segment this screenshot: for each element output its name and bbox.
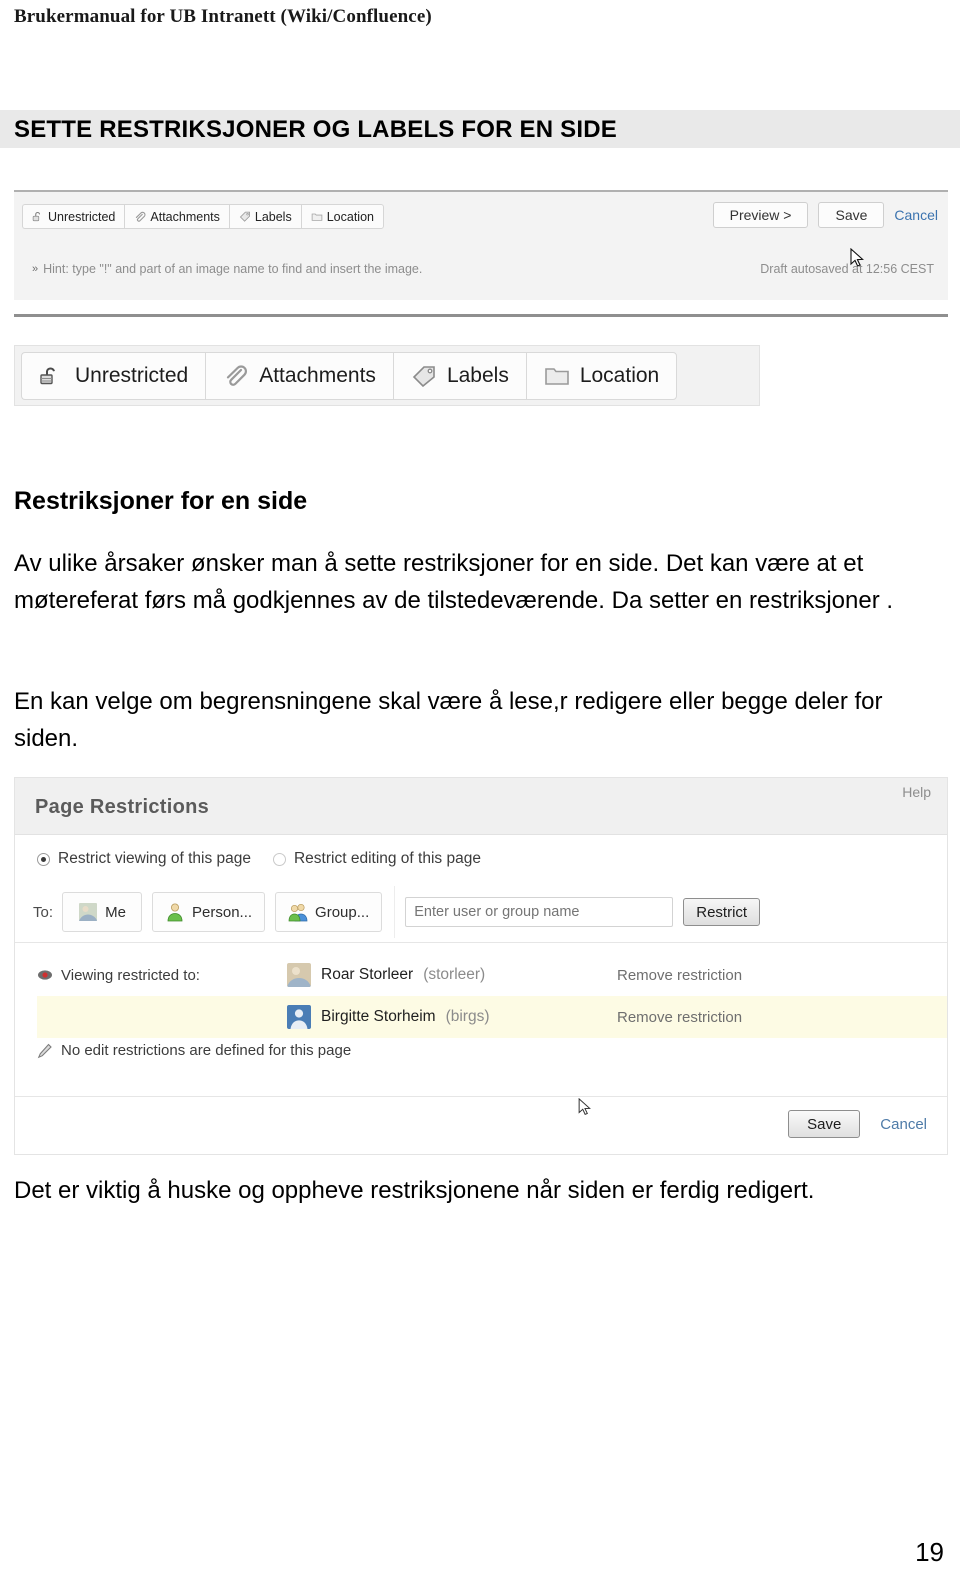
dialog-title: Page Restrictions [35, 796, 210, 818]
restrict-button[interactable]: Restrict [683, 898, 761, 926]
page-title: SETTE RESTRIKSJONER OG LABELS FOR EN SID… [14, 116, 617, 143]
horizontal-divider [14, 314, 948, 317]
user-photo-icon [287, 963, 311, 987]
mouse-cursor-icon [578, 1098, 591, 1116]
pick-person-button[interactable]: Person... [152, 892, 266, 932]
radio-label: Restrict editing of this page [293, 850, 481, 867]
table-row: Viewing restricted to: Roar Storleer (st… [37, 954, 947, 996]
big-button-location[interactable]: Location [525, 352, 678, 400]
user-photo-icon [79, 903, 98, 921]
user-cell: Birgitte Storheim (birgs) [287, 1005, 617, 1029]
restriction-mode-radio-group: Restrict viewing of this page Restrict e… [37, 850, 481, 868]
body-paragraph-2: En kan velge om begrensningene skal være… [14, 688, 883, 752]
autosave-status: Draft autosaved at 12:56 CEST [760, 262, 934, 276]
viewing-restricted-label: Viewing restricted to: [61, 966, 200, 984]
running-header: Brukermanual for UB Intranett (Wiki/Conf… [14, 6, 432, 27]
user-cell: Roar Storleer (storleer) [287, 963, 617, 987]
radio-button-icon[interactable] [272, 852, 286, 866]
page-number: 19 [915, 1537, 944, 1567]
big-button-label: Location [579, 364, 660, 387]
restriction-target-row: To: Me Person... Group... Enter user or … [33, 886, 761, 938]
radio-label: Restrict viewing of this page [58, 850, 251, 867]
paperclip-icon [227, 365, 248, 386]
big-button-label: Labels [446, 364, 509, 387]
open-padlock-icon [40, 367, 55, 385]
pencil-icon [37, 1043, 52, 1058]
toolbar-button-label: Attachments [150, 209, 220, 224]
dialog-header: Page Restrictions [15, 778, 947, 835]
no-edit-restrictions-row: No edit restrictions are defined for thi… [37, 1042, 351, 1059]
toolbar-button-label: Unrestricted [48, 209, 116, 224]
editor-hint: » Hint: type "!" and part of an image na… [32, 262, 422, 276]
restricted-eye-icon [38, 970, 52, 980]
big-button-group: Unrestricted Attachments Labels Location [21, 352, 678, 400]
user-id: (birgs) [445, 1008, 490, 1025]
big-button-label: Unrestricted [75, 364, 189, 387]
user-name: Birgitte Storheim [321, 1008, 436, 1025]
pick-button-label: Person... [192, 903, 253, 921]
user-or-group-search-input[interactable] [405, 897, 674, 927]
toolbar-button-label: Location [326, 209, 374, 224]
mouse-cursor-icon [850, 248, 864, 267]
table-row: Birgitte Storheim (birgs) Remove restric… [37, 996, 947, 1038]
toolbar-button-label: Labels [254, 209, 292, 224]
body-paragraph-1: Av ulike årsaker ønsker man å sette rest… [14, 550, 894, 614]
open-padlock-icon [32, 211, 41, 221]
remove-restriction-link[interactable]: Remove restriction [617, 1009, 742, 1026]
radio-restrict-viewing[interactable]: Restrict viewing of this page [37, 850, 251, 868]
restriction-buttons-screenshot: Unrestricted Attachments Labels Location [14, 345, 760, 406]
radio-restrict-editing[interactable]: Restrict editing of this page [272, 850, 481, 868]
pick-group-button[interactable]: Group... [275, 892, 383, 932]
section-title-band: SETTE RESTRIKSJONER OG LABELS FOR EN SID… [0, 110, 960, 148]
section-heading: Restriksjoner for en side [14, 487, 308, 515]
editor-toolbar-button-group: Unrestricted Attachments Labels Location [22, 204, 384, 229]
toolbar-button-attachments[interactable]: Attachments [124, 204, 229, 229]
big-button-attachments[interactable]: Attachments [205, 352, 393, 400]
radio-button-icon[interactable] [37, 852, 50, 866]
pick-button-label: Group... [315, 903, 370, 921]
dialog-cancel-link[interactable]: Cancel [880, 1116, 927, 1133]
remove-restriction-link[interactable]: Remove restriction [617, 967, 742, 984]
default-avatar-icon [287, 1005, 311, 1029]
big-button-labels[interactable]: Labels [392, 352, 526, 400]
dialog-save-button[interactable]: Save [788, 1110, 861, 1138]
user-id: (storleer) [423, 966, 486, 983]
save-button[interactable]: Save [818, 202, 885, 228]
page-restrictions-dialog-screenshot: Page Restrictions Help Restrict viewing … [14, 777, 948, 1155]
editor-toolbar-screenshot: Unrestricted Attachments Labels Location… [14, 190, 948, 300]
pick-me-button[interactable]: Me [62, 892, 143, 932]
folder-icon [545, 368, 569, 385]
list-divider [15, 942, 947, 943]
toolbar-button-unrestricted[interactable]: Unrestricted [22, 204, 125, 229]
group-icon [288, 903, 308, 922]
to-label: To: [33, 903, 54, 921]
double-chevron-icon: » [32, 263, 38, 275]
person-icon [167, 903, 183, 922]
toolbar-button-labels[interactable]: Labels [228, 204, 301, 229]
dialog-footer: Save Cancel [788, 1110, 927, 1138]
paperclip-icon [136, 211, 146, 222]
user-name: Roar Storleer [321, 966, 414, 983]
viewing-restricted-label-cell: Viewing restricted to: [37, 967, 287, 984]
tag-icon [412, 366, 435, 387]
body-paragraph-3: Det er viktig å huske og oppheve restrik… [14, 1177, 815, 1204]
cancel-link[interactable]: Cancel [894, 207, 938, 223]
folder-icon [311, 213, 323, 221]
tag-icon [239, 211, 250, 222]
preview-button[interactable]: Preview > [712, 202, 809, 228]
pick-button-label: Me [105, 903, 126, 921]
editor-action-buttons: Preview > Save Cancel [712, 202, 938, 228]
help-link[interactable]: Help [902, 784, 931, 800]
vertical-divider [394, 886, 396, 938]
big-button-unrestricted[interactable]: Unrestricted [21, 352, 206, 400]
no-edit-restrictions-text: No edit restrictions are defined for thi… [61, 1042, 352, 1059]
big-button-label: Attachments [259, 364, 376, 387]
toolbar-button-location[interactable]: Location [300, 204, 384, 229]
footer-divider [15, 1096, 947, 1097]
editor-hint-text: Hint: type "!" and part of an image name… [43, 262, 423, 276]
